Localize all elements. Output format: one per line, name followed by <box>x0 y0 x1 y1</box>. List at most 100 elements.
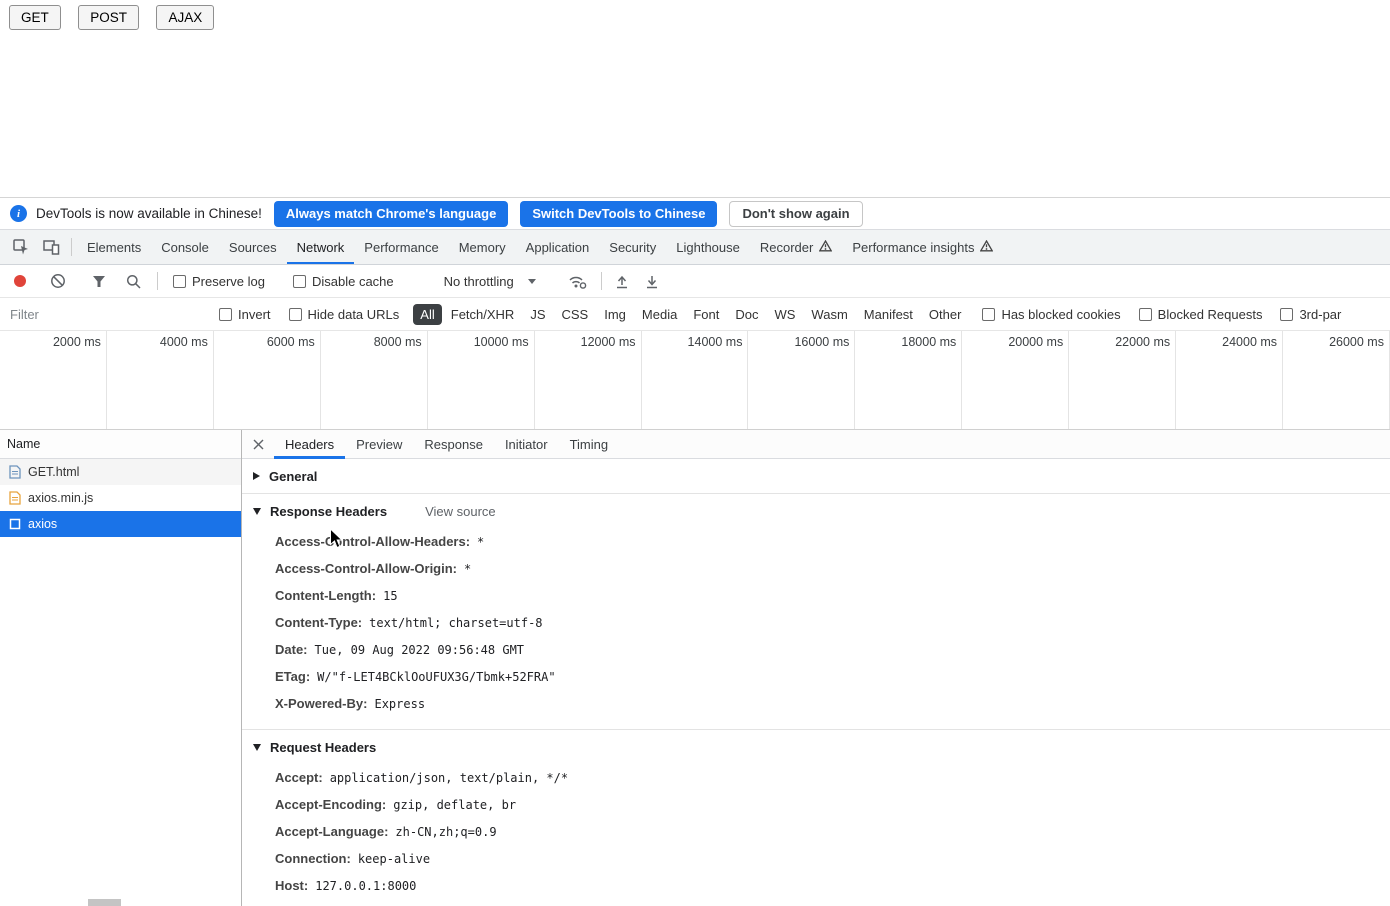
request-row-get-html[interactable]: GET.html <box>0 459 241 485</box>
third-party-checkbox[interactable] <box>1280 307 1294 321</box>
timeline-tick: 8000 ms <box>321 331 428 429</box>
header-row: Accept-Language: zh-CN,zh;q=0.9 <box>242 818 1390 845</box>
tab-headers[interactable]: Headers <box>274 430 346 459</box>
divider <box>71 238 72 256</box>
headers-content: General Response Headers View source Acc… <box>242 459 1390 906</box>
import-har-icon[interactable] <box>615 274 629 289</box>
search-icon[interactable] <box>126 274 141 289</box>
header-value: * <box>477 534 485 549</box>
info-icon: i <box>10 205 27 222</box>
filter-type-wasm[interactable]: Wasm <box>804 304 854 325</box>
name-column-header[interactable]: Name <box>0 430 241 459</box>
header-value: keep-alive <box>357 851 431 866</box>
device-toolbar-icon[interactable] <box>36 233 66 261</box>
tab-elements[interactable]: Elements <box>77 230 151 264</box>
request-name: GET.html <box>28 465 80 479</box>
filter-type-all[interactable]: All <box>413 303 442 325</box>
header-row: Content-Length: 15 <box>242 582 1390 609</box>
invert-checkbox[interactable] <box>219 307 232 321</box>
filter-type-other[interactable]: Other <box>922 304 969 325</box>
tab-security[interactable]: Security <box>599 230 666 264</box>
tab-console[interactable]: Console <box>151 230 219 264</box>
filter-type-doc[interactable]: Doc <box>728 304 765 325</box>
filter-type-font[interactable]: Font <box>686 304 726 325</box>
header-row: Accept-Encoding: gzip, deflate, br <box>242 791 1390 818</box>
header-row: Date: Tue, 09 Aug 2022 09:56:48 GMT <box>242 636 1390 663</box>
filter-funnel-icon[interactable] <box>92 275 106 288</box>
tab-timing[interactable]: Timing <box>559 430 620 459</box>
tab-sources[interactable]: Sources <box>219 230 287 264</box>
tab-lighthouse[interactable]: Lighthouse <box>666 230 750 264</box>
filter-type-manifest[interactable]: Manifest <box>857 304 920 325</box>
ajax-button[interactable]: AJAX <box>156 5 215 30</box>
record-icon[interactable] <box>14 275 26 287</box>
tab-memory[interactable]: Memory <box>449 230 516 264</box>
filter-type-js[interactable]: JS <box>523 304 552 325</box>
disable-cache-checkbox[interactable] <box>292 274 306 288</box>
throttling-dropdown[interactable]: No throttling <box>444 274 536 289</box>
switch-devtools-chinese-button[interactable]: Switch DevTools to Chinese <box>520 200 718 227</box>
tab-network[interactable]: Network <box>286 230 355 264</box>
view-source-link[interactable]: View source <box>425 504 496 519</box>
header-value: Express <box>374 696 426 711</box>
network-toolbar: Preserve log Disable cache No throttling <box>0 265 1390 298</box>
filter-type-img[interactable]: Img <box>597 304 633 325</box>
warning-icon <box>819 239 833 255</box>
tab-response[interactable]: Response <box>413 430 494 459</box>
timeline-tick: 16000 ms <box>748 331 856 429</box>
header-key: Accept: <box>275 770 323 785</box>
header-value: text/html; charset=utf-8 <box>369 615 543 630</box>
close-icon[interactable] <box>242 430 274 459</box>
get-button[interactable]: GET <box>9 5 61 30</box>
preserve-log-checkbox[interactable] <box>173 274 186 288</box>
has-blocked-cookies-checkbox[interactable] <box>982 307 996 321</box>
timeline-tick: 26000 ms <box>1283 331 1390 429</box>
network-conditions-icon[interactable] <box>568 274 587 289</box>
inspect-element-icon[interactable] <box>6 233 36 261</box>
request-row-axios-min-js[interactable]: axios.min.js <box>0 485 241 511</box>
post-button[interactable]: POST <box>78 5 139 30</box>
filter-type-css[interactable]: CSS <box>555 304 596 325</box>
third-party-label: 3rd-par <box>1299 306 1342 322</box>
clear-icon[interactable] <box>50 273 66 289</box>
header-key: Access-Control-Allow-Headers: <box>275 534 471 549</box>
chevron-right-icon <box>253 472 260 480</box>
network-timeline-ruler: 2000 ms 4000 ms 6000 ms 8000 ms 10000 ms… <box>0 331 1390 430</box>
dont-show-again-button[interactable]: Don't show again <box>729 200 863 227</box>
hide-data-urls-checkbox[interactable] <box>288 307 302 321</box>
header-row: Content-Type: text/html; charset=utf-8 <box>242 609 1390 636</box>
request-row-axios[interactable]: axios <box>0 511 241 537</box>
filter-input[interactable] <box>10 306 205 322</box>
filter-type-fetch-xhr[interactable]: Fetch/XHR <box>444 304 522 325</box>
document-icon <box>9 465 21 479</box>
request-headers-section-header[interactable]: Request Headers <box>242 730 1390 764</box>
response-headers-section-header[interactable]: Response Headers View source <box>242 494 1390 528</box>
match-chrome-language-button[interactable]: Always match Chrome's language <box>273 200 509 227</box>
divider <box>157 272 158 290</box>
warning-icon <box>980 239 994 255</box>
general-section-header[interactable]: General <box>242 459 1390 493</box>
tab-initiator[interactable]: Initiator <box>494 430 559 459</box>
header-row: X-Powered-By: Express <box>242 690 1390 717</box>
tab-application[interactable]: Application <box>516 230 600 264</box>
horizontal-scrollbar-thumb[interactable] <box>88 899 121 906</box>
section-title: Request Headers <box>270 739 377 755</box>
infobar-message: DevTools is now available in Chinese! <box>36 206 262 221</box>
browser-page: GET POST AJAX <box>0 0 1390 197</box>
tab-recorder[interactable]: Recorder <box>750 230 842 264</box>
tab-performance-insights[interactable]: Performance insights <box>842 230 1003 264</box>
network-main-area: Name GET.html axios.min.js axios Headers… <box>0 430 1390 906</box>
timeline-tick: 14000 ms <box>642 331 749 429</box>
request-details-panel: Headers Preview Response Initiator Timin… <box>242 430 1390 906</box>
timeline-tick: 6000 ms <box>214 331 321 429</box>
header-row: Host: 127.0.0.1:8000 <box>242 872 1390 899</box>
tab-performance[interactable]: Performance <box>354 230 448 264</box>
header-value: 127.0.0.1:8000 <box>315 878 417 893</box>
export-har-icon[interactable] <box>645 274 659 289</box>
filter-type-ws[interactable]: WS <box>767 304 802 325</box>
divider <box>600 272 602 290</box>
blocked-requests-checkbox[interactable] <box>1138 307 1152 321</box>
tab-preview[interactable]: Preview <box>345 430 413 459</box>
filter-type-media[interactable]: Media <box>635 304 684 325</box>
